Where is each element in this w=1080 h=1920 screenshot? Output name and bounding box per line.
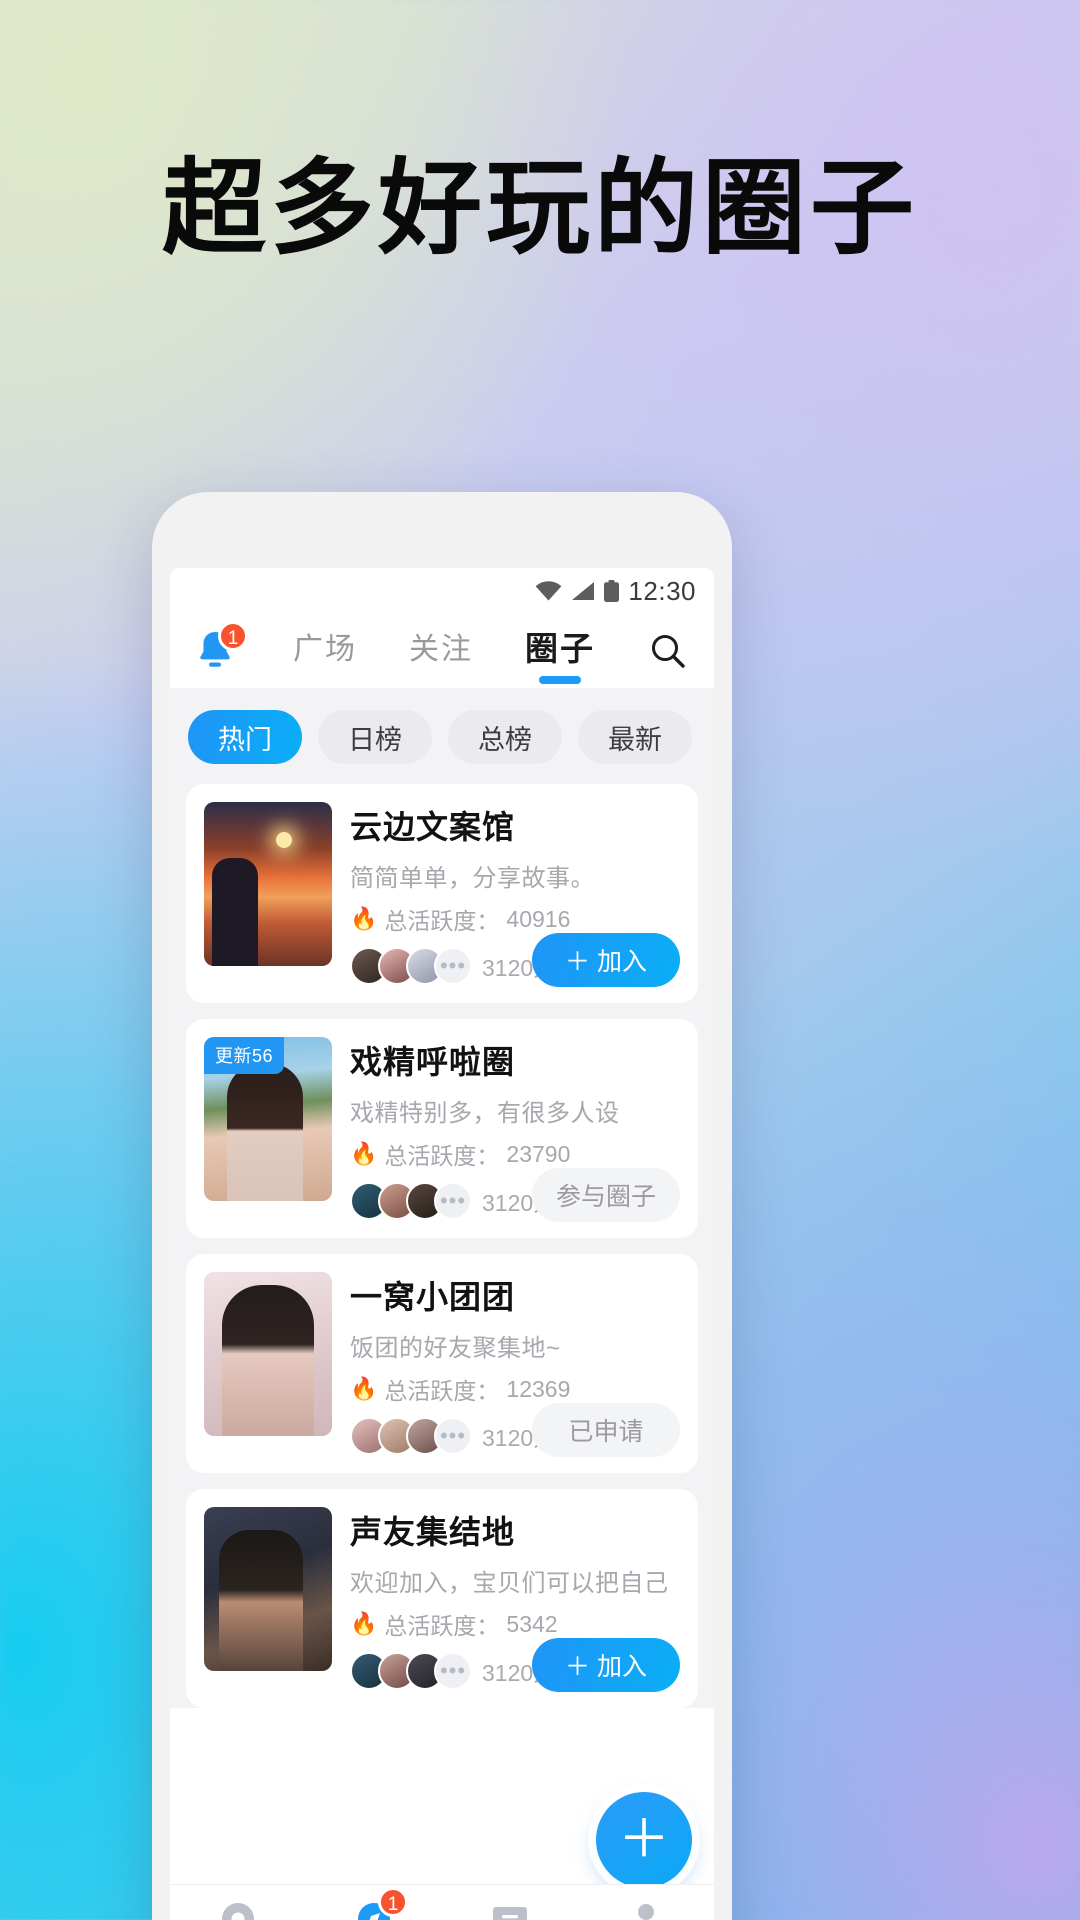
tab-circles[interactable]: 圈子: [525, 622, 595, 684]
member-avatars: •••: [350, 1417, 472, 1455]
tab-bar: 广场 关注 圈子: [246, 622, 642, 684]
search-button[interactable]: [642, 625, 694, 677]
circle-cover-image: [204, 1272, 332, 1436]
tab-square[interactable]: 广场: [293, 624, 357, 678]
circle-cover-image: 更新56: [204, 1037, 332, 1201]
circle-title: 云边文案馆: [350, 809, 516, 845]
activity-value: 40916: [506, 905, 571, 932]
home-icon: [214, 1895, 262, 1920]
status-bar-time: 12:30: [628, 575, 696, 606]
wifi-icon: [535, 581, 562, 601]
top-nav: 1 广场 关注 圈子: [170, 614, 714, 688]
notification-badge: 1: [218, 621, 248, 651]
circle-title: 戏精呼啦圈: [350, 1044, 516, 1080]
avatar-more-icon: •••: [434, 1652, 472, 1690]
circle-desc: 简简单单，分享故事。: [350, 865, 595, 892]
bottom-nav-item-home[interactable]: 首页: [170, 1895, 306, 1920]
flame-icon: 🔥: [350, 1141, 378, 1166]
bottom-nav-badge: 1: [378, 1886, 408, 1917]
activity-label: 总活跃度：: [384, 1143, 500, 1169]
bottom-nav-item-profile[interactable]: 我: [578, 1895, 714, 1920]
activity-label: 总活跃度：: [384, 908, 500, 934]
status-bar: 12:30: [170, 568, 714, 614]
compass-icon: 1: [350, 1886, 408, 1920]
avatar-more-icon: •••: [434, 1182, 472, 1220]
activity-label: 总活跃度：: [384, 1613, 500, 1639]
profile-icon: [622, 1895, 670, 1920]
circle-desc: 戏精特别多，有很多人设: [350, 1100, 620, 1127]
filter-chip-newest[interactable]: 最新: [578, 710, 692, 764]
bottom-nav-item-messages[interactable]: 消息: [442, 1895, 578, 1920]
circle-title: 声友集结地: [350, 1514, 516, 1550]
participate-button[interactable]: 参与圈子: [532, 1168, 680, 1222]
filter-chip-overall[interactable]: 总榜: [448, 710, 562, 764]
phone-screen: 12:30 1 广场 关注 圈子 热门 日榜 总榜 最新 云边文案馆 简简单单，…: [170, 568, 714, 1920]
phone-mockup: 12:30 1 广场 关注 圈子 热门 日榜 总榜 最新 云边文案馆 简简单单，…: [152, 492, 732, 1920]
filter-chip-row: 热门 日榜 总榜 最新: [170, 688, 714, 784]
member-avatars: •••: [350, 947, 472, 985]
circle-activity: 🔥 总活跃度： 40916: [350, 902, 680, 936]
applied-button[interactable]: 已申请: [532, 1403, 680, 1457]
avatar-more-icon: •••: [434, 947, 472, 985]
message-icon: [486, 1895, 534, 1920]
tab-follow[interactable]: 关注: [409, 624, 473, 678]
member-avatars: •••: [350, 1182, 472, 1220]
notification-button[interactable]: 1: [190, 621, 248, 677]
member-avatars: •••: [350, 1652, 472, 1690]
page-title: 超多好玩的圈子: [161, 147, 918, 269]
update-badge: 更新56: [204, 1037, 285, 1074]
avatar-more-icon: •••: [434, 1417, 472, 1455]
search-icon: [652, 635, 685, 668]
tab-label: 广场: [293, 633, 357, 666]
tab-active-indicator: [539, 676, 581, 684]
flame-icon: 🔥: [350, 906, 378, 931]
circle-title: 一窝小团团: [350, 1279, 516, 1315]
tab-label: 关注: [409, 633, 473, 666]
list-item[interactable]: 一窝小团团 饭团的好友聚集地~ 🔥 总活跃度： 12369 ••• 已申请: [186, 1254, 698, 1473]
create-post-fab[interactable]: ＋: [596, 1792, 692, 1888]
circle-activity: 🔥 总活跃度： 5342: [350, 1607, 680, 1641]
circle-cover-image: [204, 1507, 332, 1671]
tab-label: 圈子: [525, 630, 595, 667]
bottom-nav: 首页 1 动态 消息 我: [170, 1884, 714, 1920]
battery-icon: [604, 580, 620, 602]
join-button[interactable]: ＋ 加入: [532, 933, 680, 987]
signal-icon: [571, 581, 595, 601]
filter-chip-daily[interactable]: 日榜: [318, 710, 432, 764]
circle-desc: 欢迎加入，宝贝们可以把自己: [350, 1570, 669, 1597]
circle-activity: 🔥 总活跃度： 12369: [350, 1372, 680, 1406]
list-item[interactable]: 声友集结地 欢迎加入，宝贝们可以把自己 🔥 总活跃度： 5342 ••• ＋ 加…: [186, 1489, 698, 1708]
circle-cover-image: [204, 802, 332, 966]
activity-value: 12369: [506, 1375, 571, 1402]
circle-list: 云边文案馆 简简单单，分享故事。 🔥 总活跃度： 40916 ••• ＋ 加入 …: [170, 784, 714, 1708]
activity-label: 总活跃度：: [384, 1378, 500, 1404]
circle-desc: 饭团的好友聚集地~: [350, 1335, 561, 1362]
bottom-nav-item-feed[interactable]: 1 动态: [306, 1886, 442, 1920]
circle-activity: 🔥 总活跃度： 23790: [350, 1137, 680, 1171]
activity-value: 5342: [506, 1610, 558, 1637]
flame-icon: 🔥: [350, 1611, 378, 1636]
activity-value: 23790: [506, 1140, 571, 1167]
filter-chip-hot[interactable]: 热门: [188, 710, 302, 764]
join-button[interactable]: ＋ 加入: [532, 1638, 680, 1692]
list-item[interactable]: 更新56 戏精呼啦圈 戏精特别多，有很多人设 🔥 总活跃度： 23790 •••…: [186, 1019, 698, 1238]
flame-icon: 🔥: [350, 1376, 378, 1401]
plus-icon: ＋: [617, 1811, 670, 1869]
list-item[interactable]: 云边文案馆 简简单单，分享故事。 🔥 总活跃度： 40916 ••• ＋ 加入: [186, 784, 698, 1003]
